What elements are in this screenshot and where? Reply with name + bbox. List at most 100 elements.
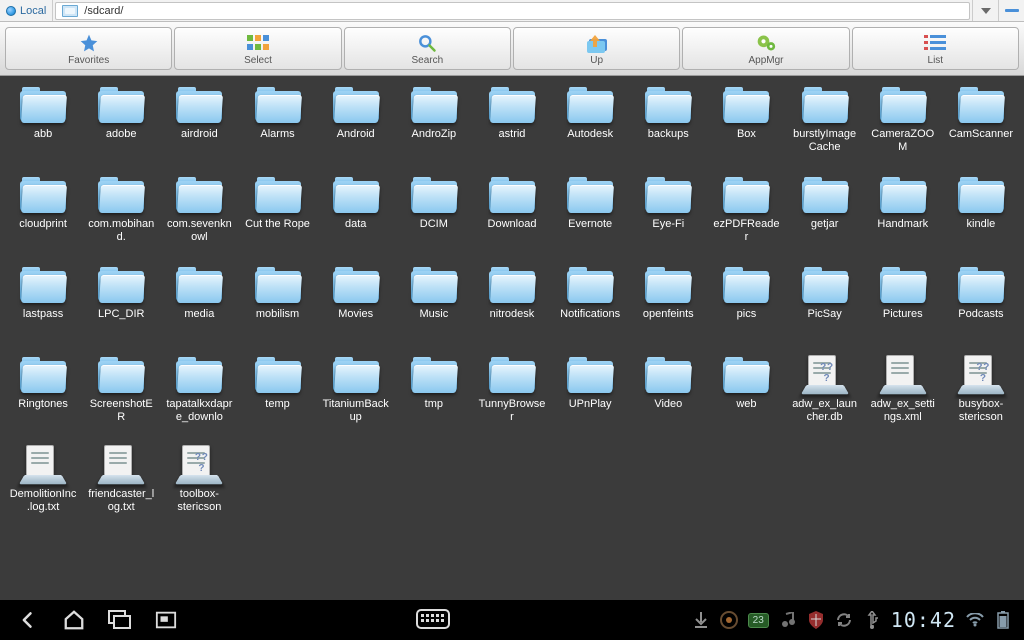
file-item[interactable]: TitaniumBackup <box>317 352 395 442</box>
file-name: backups <box>634 128 702 141</box>
file-item[interactable]: temp <box>238 352 316 442</box>
file-item[interactable]: airdroid <box>160 82 238 172</box>
local-chip[interactable]: Local <box>0 0 53 21</box>
file-item[interactable]: Pictures <box>864 262 942 352</box>
select-button[interactable]: Select <box>174 27 341 70</box>
path-input[interactable]: /sdcard/ <box>55 2 970 20</box>
file-name: openfeints <box>634 308 702 321</box>
file-name: Video <box>634 398 702 411</box>
file-item[interactable]: UPnPlay <box>551 352 629 442</box>
file-item[interactable]: ? ? ?adw_ex_launcher.db <box>786 352 864 442</box>
file-item[interactable]: com.mobihand. <box>82 172 160 262</box>
file-item[interactable]: Music <box>395 262 473 352</box>
file-item[interactable]: media <box>160 262 238 352</box>
file-name: getjar <box>791 218 859 231</box>
file-item[interactable]: Alarms <box>238 82 316 172</box>
dropdown-button[interactable] <box>972 0 998 21</box>
file-name: Autodesk <box>556 128 624 141</box>
file-item[interactable]: data <box>317 172 395 262</box>
folder-icon <box>19 84 67 126</box>
file-name: com.mobihand. <box>87 218 155 243</box>
file-name: abb <box>9 128 77 141</box>
file-name: DemolitionInc.log.txt <box>9 488 77 513</box>
folder-icon <box>722 354 770 396</box>
search-button[interactable]: Search <box>344 27 511 70</box>
file-item[interactable]: tmp <box>395 352 473 442</box>
file-item[interactable]: friendcaster_log.txt <box>82 442 160 532</box>
file-item[interactable]: getjar <box>786 172 864 262</box>
file-item[interactable]: lastpass <box>4 262 82 352</box>
file-item[interactable]: ? ? ?toolbox-stericson <box>160 442 238 532</box>
file-item[interactable]: Box <box>707 82 785 172</box>
folder-icon <box>488 174 536 216</box>
unknown-file-icon: ? ? ? <box>175 444 223 486</box>
home-button[interactable] <box>60 608 88 632</box>
file-name: Podcasts <box>947 308 1015 321</box>
file-item[interactable]: pics <box>707 262 785 352</box>
folder-icon <box>566 84 614 126</box>
file-item[interactable]: openfeints <box>629 262 707 352</box>
file-item[interactable]: Podcasts <box>942 262 1020 352</box>
recents-button[interactable] <box>106 608 134 632</box>
back-button[interactable] <box>14 608 42 632</box>
file-item[interactable]: Download <box>473 172 551 262</box>
file-item[interactable]: burstlyImageCache <box>786 82 864 172</box>
file-item[interactable]: ezPDFReader <box>707 172 785 262</box>
file-item[interactable]: AndroZip <box>395 82 473 172</box>
file-item[interactable]: Autodesk <box>551 82 629 172</box>
path-text: /sdcard/ <box>84 5 123 17</box>
file-item[interactable]: Handmark <box>864 172 942 262</box>
up-button[interactable]: Up <box>513 27 680 70</box>
file-item[interactable]: backups <box>629 82 707 172</box>
file-item[interactable]: mobilism <box>238 262 316 352</box>
appmgr-button[interactable]: AppMgr <box>682 27 849 70</box>
screenshot-button[interactable] <box>152 608 180 632</box>
folder-icon <box>722 174 770 216</box>
file-item[interactable]: CamScanner <box>942 82 1020 172</box>
file-item[interactable]: astrid <box>473 82 551 172</box>
file-item[interactable]: Video <box>629 352 707 442</box>
file-item[interactable]: TunnyBrowser <box>473 352 551 442</box>
file-name: data <box>322 218 390 231</box>
file-item[interactable]: LPC_DIR <box>82 262 160 352</box>
file-item[interactable]: com.sevenknowl <box>160 172 238 262</box>
minimize-button[interactable] <box>998 0 1024 21</box>
file-item[interactable]: adobe <box>82 82 160 172</box>
file-item[interactable]: Eye-Fi <box>629 172 707 262</box>
file-item[interactable]: ? ? ?busybox-stericson <box>942 352 1020 442</box>
file-item[interactable]: Cut the Rope <box>238 172 316 262</box>
folder-icon <box>410 174 458 216</box>
file-item[interactable]: nitrodesk <box>473 262 551 352</box>
file-item[interactable]: tapatalkxdapre_downlo <box>160 352 238 442</box>
keyboard-switch-button[interactable] <box>416 609 456 631</box>
folder-icon <box>254 84 302 126</box>
wifi-icon <box>966 611 984 629</box>
file-name: adw_ex_launcher.db <box>791 398 859 423</box>
file-name: LPC_DIR <box>87 308 155 321</box>
file-item[interactable]: cloudprint <box>4 172 82 262</box>
file-item[interactable]: Movies <box>317 262 395 352</box>
file-item[interactable]: Ringtones <box>4 352 82 442</box>
file-item[interactable]: Android <box>317 82 395 172</box>
file-item[interactable]: abb <box>4 82 82 172</box>
file-name: toolbox-stericson <box>165 488 233 513</box>
file-item[interactable]: DCIM <box>395 172 473 262</box>
file-item[interactable]: kindle <box>942 172 1020 262</box>
file-item[interactable]: ScreenshotER <box>82 352 160 442</box>
folder-icon <box>566 174 614 216</box>
file-item[interactable]: adw_ex_settings.xml <box>864 352 942 442</box>
file-item[interactable]: DemolitionInc.log.txt <box>4 442 82 532</box>
file-item[interactable]: Evernote <box>551 172 629 262</box>
folder-icon <box>332 84 380 126</box>
list-button[interactable]: List <box>852 27 1019 70</box>
status-tray[interactable]: 23 10:42 <box>692 608 1024 632</box>
file-item[interactable]: Notifications <box>551 262 629 352</box>
file-item[interactable]: CameraZOOM <box>864 82 942 172</box>
file-name: DCIM <box>400 218 468 231</box>
file-item[interactable]: web <box>707 352 785 442</box>
file-name: Cut the Rope <box>244 218 312 231</box>
folder-icon <box>644 174 692 216</box>
file-item[interactable]: PicSay <box>786 262 864 352</box>
favorites-button[interactable]: Favorites <box>5 27 172 70</box>
text-file-icon <box>19 444 67 486</box>
